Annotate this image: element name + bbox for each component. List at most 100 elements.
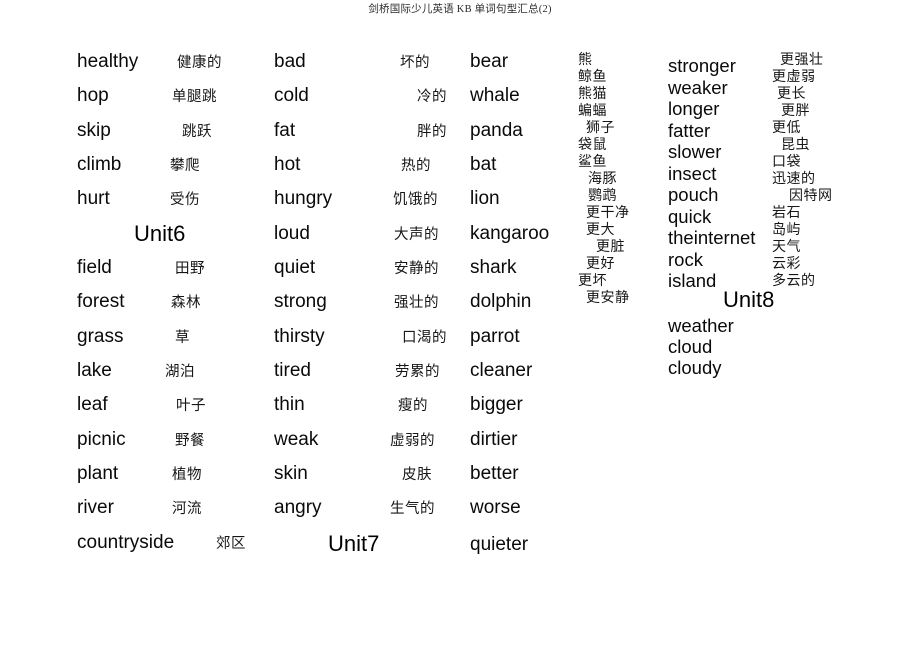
word-english: tired [274, 360, 311, 381]
word-english: lake [77, 360, 112, 381]
word-english: bat [470, 154, 497, 175]
word-chinese: 叶子 [176, 398, 206, 414]
word-english: better [470, 463, 519, 484]
word-chinese: 口袋 [772, 155, 801, 170]
word-chinese: 热的 [401, 158, 431, 174]
word-english: cleaner [470, 360, 533, 381]
unit-heading-8: Unit8 [723, 287, 775, 312]
word-english: hurt [77, 188, 110, 209]
word-chinese: 跳跃 [182, 124, 212, 140]
word-chinese: 大声的 [394, 227, 439, 243]
word-column-1: healthy 健康的 hop 单腿跳 skip 跳跃 climb 攀爬 hur… [60, 0, 265, 651]
word-column-3: bear whale panda bat lion kangaroo shark… [460, 0, 655, 651]
word-chinese: 安静的 [394, 261, 439, 277]
word-english: dirtier [470, 429, 518, 450]
word-chinese: 强壮的 [394, 295, 439, 311]
word-english: quick [668, 206, 712, 227]
word-english: hot [274, 154, 301, 175]
word-chinese: 云彩 [772, 257, 801, 272]
word-chinese: 更虚弱 [772, 70, 816, 85]
word-english: strong [274, 291, 327, 312]
word-english: island [668, 270, 717, 291]
word-chinese: 狮子 [586, 121, 615, 136]
word-english: cloudy [668, 357, 722, 378]
word-chinese: 熊猫 [578, 87, 607, 102]
word-chinese: 更安静 [586, 291, 630, 306]
word-chinese: 野餐 [175, 433, 205, 449]
word-chinese: 鲨鱼 [578, 155, 607, 170]
word-english: hungry [274, 188, 333, 209]
word-english: dolphin [470, 291, 532, 312]
word-chinese: 蝙蝠 [578, 104, 607, 119]
word-chinese: 更脏 [596, 240, 625, 255]
word-english: quieter [470, 534, 529, 555]
word-chinese: 更胖 [781, 104, 810, 119]
word-chinese: 岛屿 [772, 223, 801, 238]
word-chinese: 更坏 [578, 274, 607, 289]
word-english: bigger [470, 394, 523, 415]
word-english: bad [274, 51, 306, 72]
word-english: whale [470, 85, 520, 106]
word-english: lion [470, 188, 500, 209]
word-chinese: 植物 [172, 467, 202, 483]
word-chinese: 多云的 [772, 274, 816, 289]
word-chinese: 郊区 [216, 536, 246, 552]
word-column-2: bad 坏的 cold 冷的 fat 胖的 hot 热的 hungry 饥饿的 … [265, 0, 460, 651]
word-english: worse [470, 497, 521, 518]
word-english: thin [274, 394, 305, 415]
word-chinese: 因特网 [789, 189, 833, 204]
word-english: countryside [77, 532, 175, 553]
word-english: kangaroo [470, 223, 550, 244]
word-english: stronger [668, 55, 736, 76]
word-chinese: 受伤 [170, 192, 200, 208]
word-english: longer [668, 98, 720, 119]
word-chinese: 更好 [586, 257, 615, 272]
word-english: grass [77, 326, 124, 347]
word-chinese: 生气的 [390, 501, 435, 517]
word-chinese: 更强壮 [780, 53, 824, 68]
unit-heading-7: Unit7 [328, 531, 380, 556]
word-chinese: 草 [175, 330, 190, 346]
word-english: hop [77, 85, 109, 106]
word-chinese: 胖的 [417, 124, 447, 140]
word-chinese: 坏的 [400, 55, 430, 71]
word-chinese: 岩石 [772, 206, 801, 221]
word-english: angry [274, 497, 322, 518]
word-english: leaf [77, 394, 108, 415]
word-english: insect [668, 163, 717, 184]
word-english: thirsty [274, 326, 325, 347]
word-english: weak [274, 429, 319, 450]
word-english: field [77, 257, 112, 278]
unit-heading-6: Unit6 [134, 221, 186, 246]
word-chinese: 更低 [772, 121, 801, 136]
word-chinese: 虚弱的 [390, 433, 435, 449]
word-chinese: 更大 [586, 223, 615, 238]
word-english: quiet [274, 257, 316, 278]
word-chinese: 袋鼠 [578, 138, 607, 153]
word-chinese: 海豚 [588, 172, 617, 187]
word-chinese: 攀爬 [170, 158, 200, 174]
word-english: pouch [668, 184, 719, 205]
word-chinese: 劳累的 [395, 364, 440, 380]
word-english: climb [77, 154, 122, 175]
word-chinese: 湖泊 [165, 364, 195, 380]
word-chinese: 天气 [772, 240, 801, 255]
word-english: picnic [77, 429, 126, 450]
word-english: shark [470, 257, 517, 278]
word-english: river [77, 497, 114, 518]
word-chinese: 迅速的 [772, 172, 816, 187]
word-chinese: 皮肤 [402, 467, 432, 483]
word-chinese: 熊 [578, 53, 593, 68]
word-english: rock [668, 249, 703, 270]
word-english: theinternet [668, 227, 756, 248]
word-english: skin [274, 463, 308, 484]
word-english: bear [470, 51, 509, 72]
word-english: cold [274, 85, 309, 106]
word-chinese: 鹦鹉 [588, 189, 617, 204]
word-chinese: 森林 [171, 295, 201, 311]
word-english: fatter [668, 120, 711, 141]
word-english: loud [274, 223, 310, 244]
word-english: fat [274, 120, 296, 141]
word-chinese: 瘦的 [398, 398, 428, 414]
word-chinese: 更干净 [586, 206, 630, 221]
